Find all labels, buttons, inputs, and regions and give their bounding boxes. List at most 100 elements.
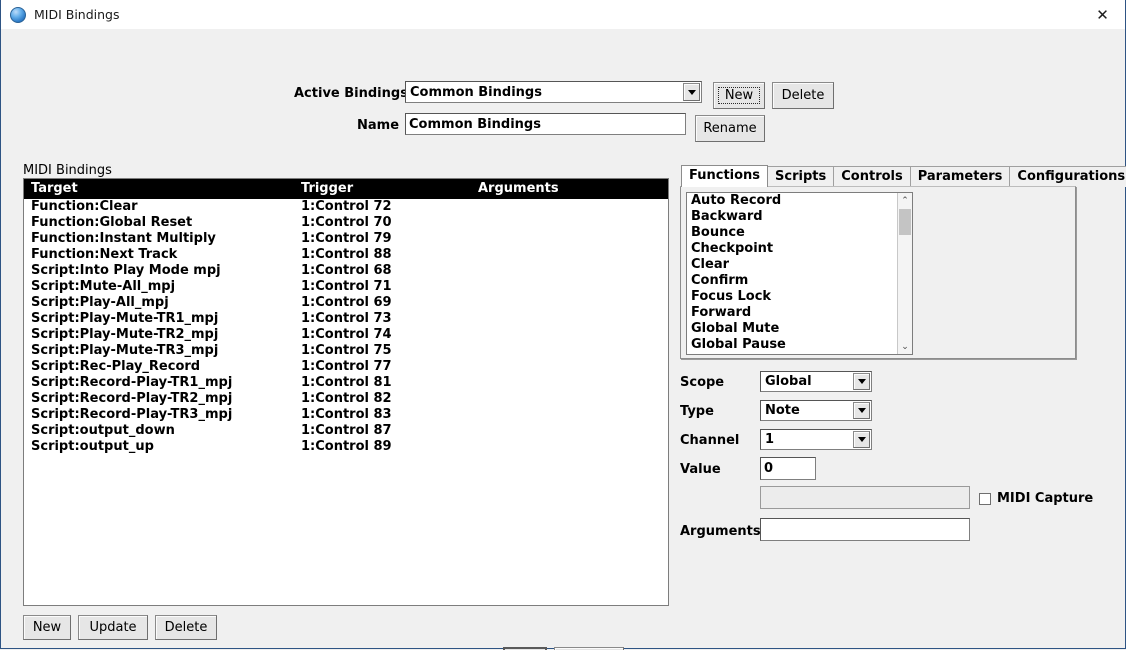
channel-select[interactable]: 1 — [760, 429, 872, 450]
column-header-trigger[interactable]: Trigger — [301, 181, 353, 196]
cell-trigger: 1:Control 88 — [301, 247, 392, 262]
cell-target: Function:Instant Multiply — [31, 231, 216, 246]
cell-target: Script:Play-All_mpj — [31, 295, 169, 310]
list-item[interactable]: Checkpoint — [687, 241, 897, 257]
cell-trigger: 1:Control 82 — [301, 391, 392, 406]
table-row[interactable]: Function:Clear 1:Control 72 — [24, 199, 668, 215]
list-item[interactable]: Global Pause — [687, 337, 897, 353]
scroll-down-icon[interactable]: ⌄ — [898, 339, 912, 354]
table-row[interactable]: Script:Play-Mute-TR3_mpj 1:Control 75 — [24, 343, 668, 359]
list-item[interactable]: Forward — [687, 305, 897, 321]
type-value: Note — [765, 403, 800, 418]
list-item[interactable]: Auto Record — [687, 193, 897, 209]
list-item[interactable]: Focus Lock — [687, 289, 897, 305]
delete-binding-set-button[interactable]: Delete — [772, 82, 834, 109]
table-row[interactable]: Script:Into Play Mode mpj 1:Control 68 — [24, 263, 668, 279]
cell-target: Function:Clear — [31, 199, 138, 214]
cell-target: Function:Global Reset — [31, 215, 193, 230]
midi-capture-label: MIDI Capture — [997, 491, 1094, 506]
cell-trigger: 1:Control 69 — [301, 295, 392, 310]
list-item[interactable]: Global Mute — [687, 321, 897, 337]
chevron-down-icon[interactable] — [683, 83, 700, 101]
name-input[interactable]: Common Bindings — [405, 113, 686, 135]
value-input[interactable]: 0 — [760, 457, 816, 480]
chevron-down-icon[interactable] — [853, 402, 870, 419]
column-header-arguments[interactable]: Arguments — [478, 181, 559, 196]
cell-trigger: 1:Control 68 — [301, 263, 392, 278]
scope-label: Scope — [680, 375, 725, 390]
table-row[interactable]: Script:output_up 1:Control 89 — [24, 439, 668, 455]
target-tabbed-pane: Functions Scripts Controls Parameters Config… — [680, 165, 1126, 360]
scope-select[interactable]: Global — [760, 371, 872, 392]
checkbox-icon[interactable] — [979, 492, 991, 505]
functions-list[interactable]: Auto Record Backward Bounce Checkpoint Clear… — [686, 192, 913, 355]
close-icon[interactable]: ✕ — [1080, 0, 1125, 29]
column-header-target[interactable]: Target — [31, 181, 78, 196]
type-select[interactable]: Note — [760, 400, 872, 421]
tab-functions[interactable]: Functions — [681, 165, 769, 187]
table-row[interactable]: Function:Instant Multiply 1:Control 79 — [24, 231, 668, 247]
table-row[interactable]: Script:Play-Mute-TR1_mpj 1:Control 73 — [24, 311, 668, 327]
table-row[interactable]: Script:Play-All_mpj 1:Control 69 — [24, 295, 668, 311]
tab-controls[interactable]: Controls — [833, 166, 911, 187]
new-binding-set-button[interactable]: New — [713, 82, 765, 109]
tab-parameters[interactable]: Parameters — [909, 166, 1011, 187]
cell-trigger: 1:Control 72 — [301, 199, 392, 214]
name-label: Name — [357, 118, 400, 133]
cell-trigger: 1:Control 70 — [301, 215, 392, 230]
new-binding-button[interactable]: New — [23, 615, 71, 640]
list-item[interactable]: Confirm — [687, 273, 897, 289]
table-row[interactable]: Script:Play-Mute-TR2_mpj 1:Control 74 — [24, 327, 668, 343]
cell-target: Script:output_up — [31, 439, 154, 454]
cell-trigger: 1:Control 79 — [301, 231, 392, 246]
table-row[interactable]: Function:Next Track 1:Control 88 — [24, 247, 668, 263]
table-row[interactable]: Script:Rec-Play_Record 1:Control 77 — [24, 359, 668, 375]
cell-target: Function:Next Track — [31, 247, 178, 262]
table-row[interactable]: Script:Record-Play-TR2_mpj 1:Control 82 — [24, 391, 668, 407]
scroll-up-icon[interactable]: ⌃ — [898, 193, 912, 208]
cell-trigger: 1:Control 89 — [301, 439, 392, 454]
table-row[interactable]: Script:Record-Play-TR3_mpj 1:Control 83 — [24, 407, 668, 423]
sphere-icon — [10, 6, 26, 23]
table-row[interactable]: Script:output_down 1:Control 87 — [24, 423, 668, 439]
active-bindings-select[interactable]: Common Bindings — [405, 81, 702, 103]
cell-trigger: 1:Control 87 — [301, 423, 392, 438]
list-item[interactable]: Bounce — [687, 225, 897, 241]
table-body: Function:Clear 1:Control 72 Function:Globa… — [24, 199, 668, 455]
list-item[interactable]: Clear — [687, 257, 897, 273]
channel-label: Channel — [680, 433, 740, 448]
channel-value: 1 — [765, 432, 775, 447]
functions-list-scrollbar[interactable]: ⌃ ⌄ — [897, 193, 912, 354]
cell-trigger: 1:Control 71 — [301, 279, 392, 294]
scrollbar-thumb[interactable] — [899, 209, 911, 235]
cell-target: Script:output_down — [31, 423, 175, 438]
bindings-table[interactable]: Target Trigger Arguments Function:Clear 1… — [23, 178, 669, 606]
cell-target: Script:Record-Play-TR2_mpj — [31, 391, 233, 406]
table-header-row: Target Trigger Arguments — [24, 179, 668, 199]
table-row[interactable]: Script:Mute-All_mpj 1:Control 71 — [24, 279, 668, 295]
scope-value: Global — [765, 374, 812, 389]
cell-target: Script:Play-Mute-TR1_mpj — [31, 311, 219, 326]
tab-strip: Functions Scripts Controls Parameters Config… — [680, 165, 1126, 187]
functions-list-items: Auto Record Backward Bounce Checkpoint Clear… — [687, 193, 897, 353]
delete-binding-button[interactable]: Delete — [155, 615, 217, 640]
arguments-input[interactable] — [760, 518, 970, 541]
new-binding-set-label: New — [717, 87, 761, 104]
rename-button[interactable]: Rename — [695, 115, 765, 142]
tab-body-functions: Auto Record Backward Bounce Checkpoint Clear… — [680, 186, 1076, 359]
chevron-down-icon[interactable] — [853, 431, 870, 448]
cell-target: Script:Mute-All_mpj — [31, 279, 176, 294]
arguments-label: Arguments — [680, 524, 761, 539]
chevron-down-icon[interactable] — [853, 373, 870, 390]
active-bindings-value: Common Bindings — [410, 84, 542, 100]
tab-configurations[interactable]: Configurations — [1009, 166, 1126, 187]
update-binding-button[interactable]: Update — [78, 615, 148, 640]
table-row[interactable]: Function:Global Reset 1:Control 70 — [24, 215, 668, 231]
midi-bindings-section-label: MIDI Bindings — [23, 163, 112, 178]
cell-trigger: 1:Control 81 — [301, 375, 392, 390]
tab-scripts[interactable]: Scripts — [767, 166, 835, 187]
cell-target: Script:Play-Mute-TR3_mpj — [31, 343, 219, 358]
list-item[interactable]: Backward — [687, 209, 897, 225]
table-row[interactable]: Script:Record-Play-TR1_mpj 1:Control 81 — [24, 375, 668, 391]
midi-capture-checkbox[interactable]: MIDI Capture — [979, 491, 1093, 506]
